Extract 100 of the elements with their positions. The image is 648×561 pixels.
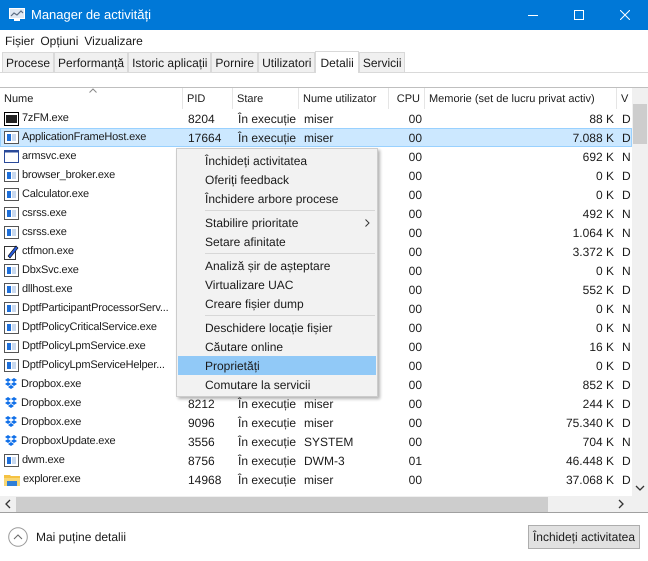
horizontal-scrollbar[interactable] bbox=[0, 496, 648, 512]
table-cell-text: N bbox=[622, 300, 631, 318]
context-menu-item[interactable]: Analiză șir de așteptare bbox=[178, 256, 376, 275]
column-header[interactable]: Nume bbox=[4, 90, 34, 107]
process-name: dwm.exe bbox=[22, 453, 65, 468]
pid-cell-text: 8212 bbox=[188, 396, 215, 412]
folder-icon bbox=[4, 472, 20, 486]
scrollbar-thumb[interactable] bbox=[16, 496, 548, 512]
context-menu-item[interactable]: Comutare la servicii bbox=[178, 375, 376, 394]
memory-cell-text: 244 K bbox=[582, 396, 614, 412]
memory-cell-text: 75.340 K bbox=[566, 414, 614, 432]
context-menu-item[interactable]: Închideți activitatea bbox=[178, 151, 376, 170]
process-name: explorer.exe bbox=[23, 472, 81, 488]
user-cell-text: miser bbox=[304, 472, 334, 488]
app-icon bbox=[4, 226, 19, 239]
cpu-cell-text: 00 bbox=[408, 358, 422, 374]
pen-icon bbox=[4, 244, 19, 260]
memory-cell-text: 0 K bbox=[596, 358, 614, 374]
context-menu-item[interactable]: Deschidere locație fișier bbox=[178, 318, 376, 337]
process-name: dllhost.exe bbox=[22, 282, 72, 298]
cpu-cell-text: 00 bbox=[408, 206, 422, 222]
column-header[interactable]: CPU bbox=[396, 90, 420, 107]
cpu-cell-text: 00 bbox=[408, 110, 422, 128]
app-icon bbox=[9, 8, 25, 22]
memory-cell-text: 7.088 K bbox=[572, 130, 614, 146]
process-name: Dropbox.exe bbox=[21, 396, 82, 412]
cpu-cell-text: 00 bbox=[408, 414, 422, 432]
details-toggle[interactable]: Mai puține detalii bbox=[8, 527, 126, 547]
app-icon bbox=[4, 283, 19, 296]
table-cell-text: N bbox=[622, 262, 631, 280]
table-cell-text: D bbox=[622, 358, 631, 374]
cpu-cell-text: 00 bbox=[408, 244, 422, 260]
memory-cell-text: 88 K bbox=[589, 110, 614, 128]
maximize-icon bbox=[574, 10, 584, 20]
process-name: csrss.exe bbox=[22, 206, 67, 222]
column-header[interactable]: Memorie (set de lucru privat activ) bbox=[429, 90, 595, 107]
context-menu-item[interactable]: Proprietăți bbox=[178, 356, 376, 375]
memory-cell-text: 46.448 K bbox=[566, 452, 614, 470]
context-menu-item[interactable]: Virtualizare UAC bbox=[178, 275, 376, 294]
memory-cell-text: 852 K bbox=[582, 376, 614, 394]
status-cell-text: În execuție bbox=[238, 472, 296, 488]
context-menu-item[interactable]: Setare afinitate bbox=[178, 232, 376, 251]
cpu-cell-text: 00 bbox=[408, 224, 422, 242]
window-title: Manager de activități bbox=[31, 6, 151, 24]
menu-item[interactable]: Fișier bbox=[2, 32, 38, 50]
app-icon bbox=[4, 131, 19, 144]
table-cell-text: D bbox=[622, 472, 631, 488]
scrollbar-thumb[interactable] bbox=[633, 104, 647, 144]
column-header[interactable]: Nume utilizator bbox=[303, 90, 376, 107]
pid-cell-text: 9096 bbox=[188, 414, 215, 432]
selected-row[interactable]: ApplicationFrameHost.exe 17664 În execuție miser 00 7.088 K D bbox=[0, 128, 632, 147]
column-header[interactable]: V bbox=[621, 90, 628, 107]
menu-item[interactable]: Vizualizare bbox=[81, 32, 146, 50]
table-cell-text: D bbox=[622, 396, 631, 412]
table-cell-text: D bbox=[622, 244, 631, 260]
app-icon bbox=[4, 454, 19, 467]
context-menu-item[interactable]: Stabilire prioritate bbox=[178, 213, 376, 232]
pid-cell-text: 14968 bbox=[188, 472, 222, 488]
context-menu-item[interactable]: Închidere arbore procese bbox=[178, 189, 376, 208]
user-cell-text: miser bbox=[304, 110, 334, 128]
scroll-down-icon bbox=[635, 485, 645, 491]
tab[interactable]: Procese bbox=[2, 52, 54, 72]
column-header[interactable]: Stare bbox=[237, 90, 264, 107]
tab[interactable]: Pornire bbox=[211, 52, 258, 72]
column-header[interactable]: PID bbox=[187, 90, 206, 107]
pid-cell-text: 3556 bbox=[188, 434, 215, 450]
tab[interactable]: Servicii bbox=[358, 52, 406, 72]
dropbox-icon bbox=[4, 397, 18, 410]
process-name: Dropbox.exe bbox=[21, 415, 82, 430]
tab[interactable]: Performanță bbox=[54, 52, 128, 72]
process-name: DptfPolicyCriticalService.exe bbox=[22, 320, 157, 336]
app-icon bbox=[4, 359, 19, 372]
context-menu-item[interactable]: Creare fișier dump bbox=[178, 294, 376, 313]
user-cell-text: miser bbox=[304, 130, 334, 146]
table-cell-text: N bbox=[622, 320, 631, 336]
scroll-left-icon bbox=[5, 499, 11, 509]
tab[interactable]: Istoric aplicații bbox=[128, 52, 212, 72]
tab[interactable]: Utilizatori bbox=[258, 52, 316, 72]
process-name: DropboxUpdate.exe bbox=[21, 434, 116, 450]
pid-cell-text: 8756 bbox=[188, 452, 215, 470]
end-task-button[interactable]: Închideți activitatea bbox=[528, 525, 640, 549]
process-name: DbxSvc.exe bbox=[22, 263, 79, 278]
context-menu-item[interactable]: Căutare online bbox=[178, 337, 376, 356]
dropbox-icon bbox=[4, 378, 18, 391]
process-name: DptfPolicyLpmService.exe bbox=[22, 339, 146, 354]
memory-cell-text: 1.064 K bbox=[572, 224, 614, 242]
process-name: DptfParticipantProcessorServ... bbox=[22, 301, 168, 316]
vertical-scrollbar[interactable] bbox=[632, 88, 648, 496]
cpu-cell-text: 00 bbox=[408, 148, 422, 166]
context-menu-item[interactable]: Oferiți feedback bbox=[178, 170, 376, 189]
table-cell-text: N bbox=[622, 434, 631, 450]
tab[interactable]: Detalii bbox=[315, 51, 359, 73]
cpu-cell-text: 01 bbox=[408, 452, 422, 470]
memory-cell-text: 0 K bbox=[596, 262, 614, 280]
table-cell-text: D bbox=[622, 376, 631, 394]
menu-item[interactable]: Opțiuni bbox=[37, 32, 82, 50]
user-cell-text: DWM-3 bbox=[304, 452, 345, 470]
status-cell-text: În execuție bbox=[238, 130, 296, 146]
app-icon bbox=[4, 264, 19, 277]
cpu-cell-text: 00 bbox=[408, 186, 422, 204]
